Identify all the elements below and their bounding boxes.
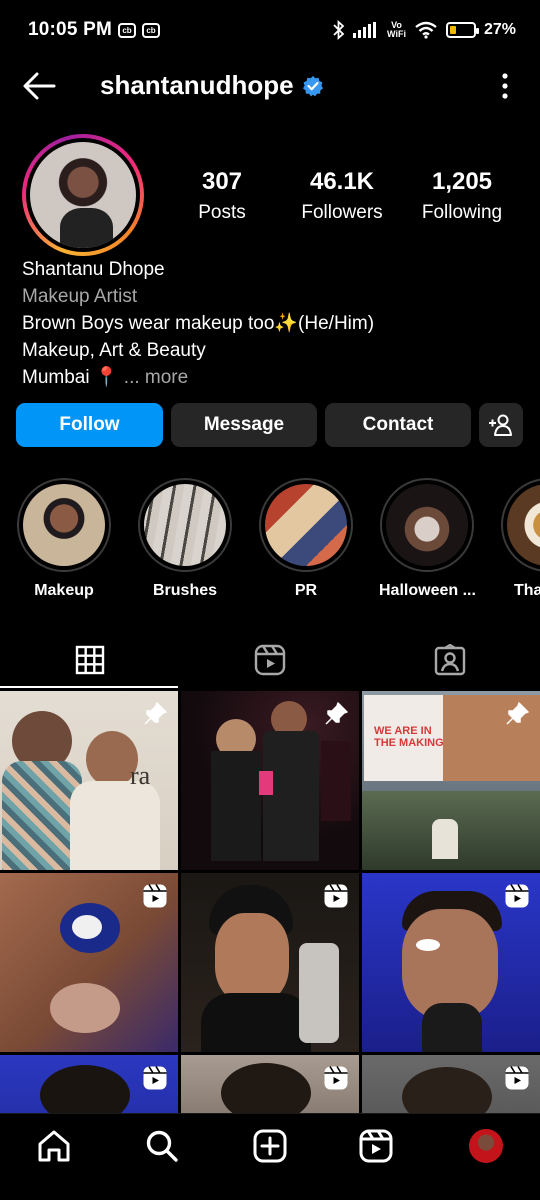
bio-line-3: Mumbai 📍: [22, 367, 119, 388]
post-3-billboard-text: WE ARE IN THE MAKING: [374, 725, 444, 749]
post-1-backdrop-text: ra: [130, 761, 151, 790]
tab-tagged[interactable]: [360, 630, 540, 690]
reels-nav-icon[interactable]: [358, 1128, 394, 1164]
battery-percent: 27%: [483, 21, 516, 38]
reel-icon: [324, 1066, 348, 1090]
grid-icon: [75, 645, 105, 675]
story-highlights: Makeup Brushes PR Halloween ... Tha: [0, 478, 540, 602]
vowifi-label: Vo WiFi: [387, 21, 406, 39]
profile-actions: Follow Message Contact: [16, 403, 524, 447]
post-tile-8[interactable]: [181, 1055, 359, 1113]
highlight-pr-image: [265, 484, 347, 566]
stat-posts-label: Posts: [198, 202, 246, 223]
highlight-halloween-image: [386, 484, 468, 566]
post-tile-1[interactable]: ra: [0, 691, 178, 870]
username-label: shantanudhope: [100, 70, 294, 100]
page-title: shantanudhope: [100, 70, 324, 101]
reel-icon: [324, 884, 348, 908]
posts-grid: ra WE ARE IN THE MAKING: [0, 691, 540, 1113]
stat-followers[interactable]: 46.1K Followers: [282, 168, 402, 224]
highlight-tha[interactable]: Tha: [500, 478, 540, 600]
post-tile-2[interactable]: [181, 691, 359, 870]
tab-reels[interactable]: [180, 630, 360, 690]
highlight-halloween[interactable]: Halloween ...: [379, 478, 476, 600]
bio-line-2: Makeup, Art & Beauty: [22, 340, 206, 361]
post-tile-6[interactable]: [362, 873, 540, 1052]
vowifi-bottom: WiFi: [387, 29, 406, 39]
stat-following[interactable]: 1,205 Following: [406, 168, 518, 224]
highlight-brushes-label: Brushes: [152, 582, 218, 599]
pin-icon: [325, 702, 348, 725]
tab-posts[interactable]: [0, 630, 180, 690]
profile-name: Shantanu Dhope: [22, 259, 165, 280]
status-badge-1: cb: [117, 22, 136, 38]
reel-icon: [505, 1066, 529, 1090]
message-button[interactable]: Message: [171, 403, 317, 447]
highlight-tha-label: Tha: [514, 582, 540, 599]
reels-icon: [254, 644, 286, 676]
bio-line-3-row: Mumbai 📍 ... more: [22, 364, 522, 391]
status-time: 10:05 PM: [28, 19, 112, 40]
status-bar: 10:05 PM cb cb Vo WiFi 27%: [0, 0, 540, 60]
stat-following-count: 1,205: [431, 168, 493, 195]
stat-posts-count: 307: [201, 168, 243, 195]
profile-category: Makeup Artist: [22, 286, 138, 307]
more-options-icon[interactable]: [500, 72, 510, 100]
post-tile-3[interactable]: WE ARE IN THE MAKING: [362, 691, 540, 870]
signal-icon: [353, 22, 377, 38]
highlight-pr[interactable]: PR: [258, 478, 354, 600]
create-icon[interactable]: [252, 1128, 288, 1164]
back-arrow-icon[interactable]: [22, 70, 56, 102]
suggested-users-button[interactable]: [479, 403, 523, 447]
contact-button[interactable]: Contact: [325, 403, 471, 447]
post-tile-5[interactable]: [181, 873, 359, 1052]
profile-avatar-nav[interactable]: [467, 1127, 505, 1165]
tagged-icon: [434, 644, 466, 676]
stat-followers-count: 46.1K: [309, 168, 375, 195]
add-person-icon: [489, 414, 512, 436]
pin-icon: [144, 702, 167, 725]
highlight-tha-image: [507, 484, 540, 566]
highlight-makeup-label: Makeup: [34, 582, 94, 599]
pin-icon: [506, 702, 529, 725]
bluetooth-icon: [333, 20, 345, 40]
highlight-makeup[interactable]: Makeup: [16, 478, 112, 600]
battery-icon: [445, 22, 479, 38]
post-tile-4[interactable]: [0, 873, 178, 1052]
search-icon[interactable]: [144, 1128, 180, 1164]
profile-photo: [30, 142, 136, 248]
tab-selected-indicator: [0, 686, 178, 688]
home-icon[interactable]: [36, 1128, 72, 1164]
reel-icon: [505, 884, 529, 908]
highlight-brushes[interactable]: Brushes: [137, 478, 233, 600]
verified-badge-icon: [302, 75, 323, 96]
bio-more-link[interactable]: ... more: [124, 367, 188, 388]
reel-icon: [143, 884, 167, 908]
bottom-navigation: [0, 1113, 540, 1200]
profile-bio: Shantanu Dhope Makeup Artist Brown Boys …: [22, 256, 522, 391]
highlight-pr-label: PR: [294, 582, 318, 599]
profile-header: shantanudhope: [0, 60, 540, 112]
status-badge-2: cb: [141, 22, 160, 38]
stat-followers-label: Followers: [301, 202, 383, 223]
profile-tabs: [0, 630, 540, 690]
stat-following-label: Following: [421, 202, 503, 223]
highlight-makeup-image: [23, 484, 105, 566]
reel-icon: [143, 1066, 167, 1090]
wifi-icon: [415, 21, 437, 39]
highlight-halloween-label: Halloween ...: [379, 582, 476, 599]
post-tile-9[interactable]: [362, 1055, 540, 1113]
profile-avatar[interactable]: [22, 134, 144, 256]
bio-line-1: Brown Boys wear makeup too✨(He/Him): [22, 313, 375, 334]
highlight-brushes-image: [144, 484, 226, 566]
stat-posts[interactable]: 307 Posts: [175, 168, 269, 224]
follow-button[interactable]: Follow: [16, 403, 163, 447]
post-tile-7[interactable]: [0, 1055, 178, 1113]
